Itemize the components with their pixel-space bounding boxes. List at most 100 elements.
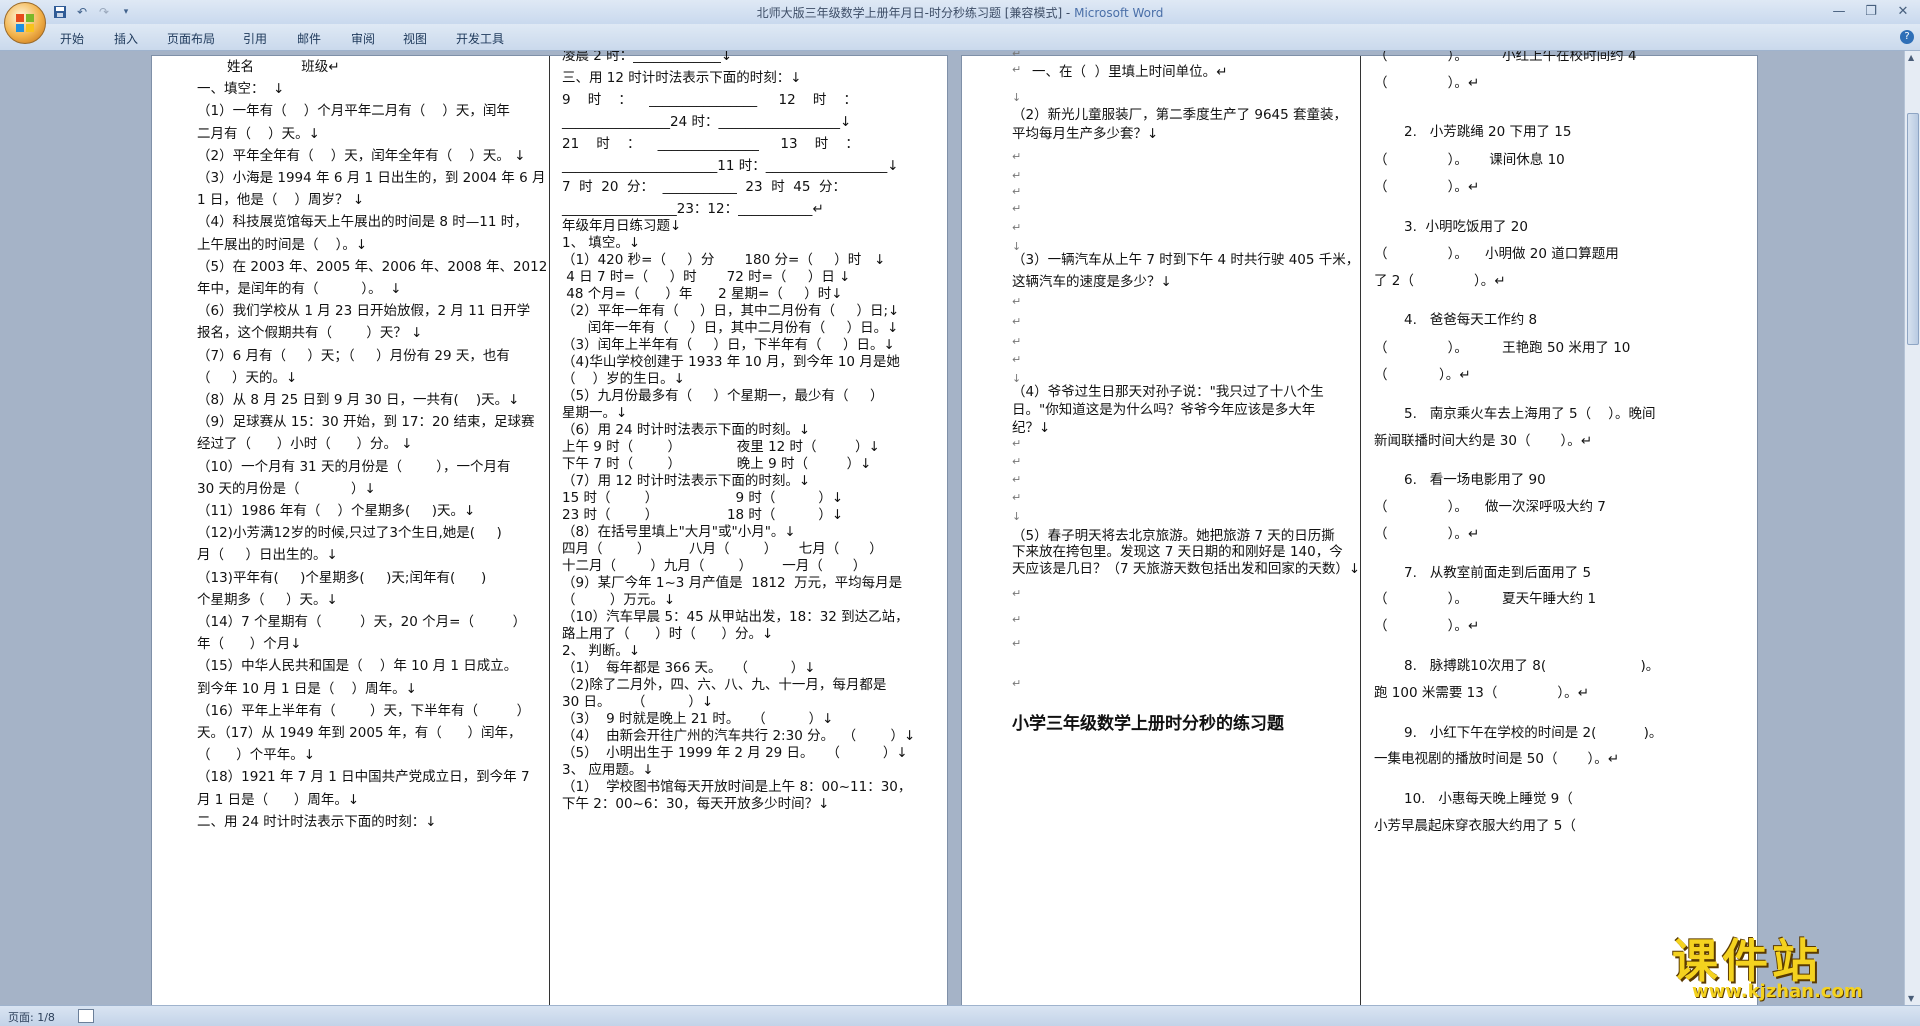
- doc-line: （ ）。 做一次深呼吸大约 7: [1374, 499, 1606, 515]
- doc-line: （9）某厂今年 1~3 月产值是 1812 万元，平均每月是: [562, 575, 903, 591]
- doc-line: 9. 小红下午在学校的时间是 2( )。: [1404, 725, 1663, 741]
- doc-line: （6）我们学校从 1 月 23 日开始放假，2 月 11 日开学: [197, 303, 531, 319]
- doc-line: ________________24 时：__________________↓: [562, 114, 852, 130]
- doc-line: 21 时 ： _______________ 13 时 ：: [562, 136, 859, 152]
- doc-line: （1）一年有（ ）个月平年二月有（ ）天，闰年: [197, 103, 510, 119]
- doc-line: ↵: [1012, 335, 1022, 348]
- status-bar: 页面: 1/8: [0, 1005, 1920, 1026]
- page1-column-left: 姓名 班级↵ 一、填空： ↓ （1）一年有（ ）个月平年二月有（ ）天，闰年 二月有（…: [197, 56, 547, 1005]
- title-bar: ↶ ↷ ▾ 北师大版三年级数学上册年月日-时分秒练习题 [兼容模式] - Mic…: [0, 0, 1920, 24]
- doc-line: （3） 9 时就是晚上 21 时。 （ ）↓: [562, 711, 834, 727]
- document-workspace: 姓名 班级↵ 一、填空： ↓ （1）一年有（ ）个月平年二月有（ ）天，闰年 二月有（…: [0, 51, 1905, 1005]
- doc-line: ↵: [1012, 51, 1022, 60]
- doc-line: （4）爷爷过生日那天对孙子说："我只过了十八个生: [1012, 384, 1324, 400]
- column-divider: [549, 56, 550, 1005]
- doc-line: 48 个月=（ ）年 2 星期=（ ）时↓: [562, 286, 843, 302]
- doc-line: （7）6 月有（ ）天；（ ）月份有 29 天，也有: [197, 348, 510, 364]
- doc-line: ↵: [1012, 63, 1022, 76]
- tab-view[interactable]: 视图: [403, 30, 427, 47]
- doc-line: （2)除了二月外，四、六、八、九、十一月，每月都是: [562, 677, 887, 693]
- scroll-thumb[interactable]: [1907, 113, 1919, 345]
- document-title: 北师大版三年级数学上册年月日-时分秒练习题 [兼容模式] -: [756, 6, 1071, 20]
- tab-review[interactable]: 审阅: [351, 30, 375, 47]
- column-divider: [1360, 56, 1361, 1005]
- help-icon[interactable]: ?: [1900, 30, 1914, 44]
- doc-line: 30 天的月份是（ ）↓: [197, 481, 376, 497]
- app-name: Microsoft Word: [1074, 6, 1164, 20]
- doc-line: 经过了（ ）小时（ ）分。 ↓: [197, 436, 413, 452]
- doc-line: 10. 小惠每天晚上睡觉 9（: [1404, 791, 1573, 807]
- page2-column-right: （ ）。 小红上午在校时间约 4 （ ）。↵ 2. 小芳跳绳 20 下用了 15 （ …: [1374, 51, 1744, 1005]
- doc-line: （10）一个月有 31 天的月份是（ ），一个月有: [197, 459, 511, 475]
- doc-line: （2）平年一年有（ ）日，其中二月份有（ ）日;↓: [562, 303, 900, 319]
- tab-home[interactable]: 开始: [60, 30, 84, 47]
- page1-column-right: 凌晨 2 时：_____________↓ 三、用 12 时计时法表示下面的时刻：…: [562, 51, 937, 1005]
- tab-references[interactable]: 引用: [243, 30, 267, 47]
- doc-line: 4. 爸爸每天工作约 8: [1404, 312, 1538, 328]
- office-button[interactable]: [4, 2, 46, 44]
- doc-line: （2）新光儿童服装厂，第二季度生产了 9645 套童装，: [1012, 107, 1348, 123]
- tab-insert[interactable]: 插入: [114, 30, 138, 47]
- vertical-scrollbar[interactable]: ▲ ▼: [1904, 51, 1920, 1005]
- scroll-up-icon[interactable]: ▲: [1908, 53, 1914, 62]
- doc-line: 年（ ）个月↓: [197, 636, 302, 652]
- doc-line: ↵: [1012, 455, 1022, 468]
- doc-line: 个星期多（ ）天。↓: [197, 592, 338, 608]
- doc-line: （6）用 24 时计时法表示下面的时刻。↓: [562, 422, 811, 438]
- doc-line: （8）从 8 月 25 日到 9 月 30 日，一共有( )天。↓: [197, 392, 520, 408]
- doc-line: （ ）个平年。↓: [197, 747, 316, 763]
- doc-line: 了 2（ ）。↵: [1374, 273, 1506, 289]
- doc-line: 三、用 12 时计时法表示下面的时刻：↓: [562, 70, 802, 86]
- doc-line: 这辆汽车的速度是多少？↓: [1012, 274, 1172, 290]
- doc-line: ↵: [1012, 473, 1022, 486]
- doc-line: （ ）。 课间休息 10: [1374, 152, 1565, 168]
- doc-line: _______________________11 时：____________…: [562, 158, 899, 174]
- doc-line: 下午 7 时（ ） 晚上 9 时（ ）↓: [562, 456, 872, 472]
- doc-line: 2、 判断。↓: [562, 643, 641, 659]
- doc-line: ↵: [1012, 169, 1022, 182]
- doc-line: 小芳早晨起床穿衣服大约用了 5（: [1374, 818, 1576, 834]
- close-icon[interactable]: ✕: [1892, 2, 1914, 20]
- doc-line: 7. 从教室前面走到后面用了 5: [1404, 565, 1592, 581]
- restore-icon[interactable]: ❐: [1860, 2, 1882, 20]
- window-controls: — ❐ ✕: [1828, 2, 1914, 20]
- doc-line: 姓名 班级↵: [227, 59, 340, 75]
- ribbon-tab-bar: 开始 插入 页面布局 引用 邮件 审阅 视图 开发工具: [0, 24, 1920, 51]
- doc-line: 新闻联播时间大约是 30（ ）。↵: [1374, 433, 1593, 449]
- doc-line: （ ）岁的生日。↓: [562, 371, 685, 387]
- doc-line: 8. 脉搏跳10次用了 8( )。: [1404, 658, 1660, 674]
- doc-line: （18）1921 年 7 月 1 日中国共产党成立日，到今年 7: [197, 769, 530, 785]
- doc-line: 1 日，他是（ ）周岁？ ↓: [197, 192, 365, 208]
- tab-page-layout[interactable]: 页面布局: [167, 30, 215, 47]
- doc-line: 年级年月日练习题↓: [562, 218, 682, 234]
- doc-line: 3. 小明吃饭用了 20: [1404, 219, 1528, 235]
- doc-line: _________________23：12：___________↵: [562, 201, 824, 217]
- doc-line: ↵: [1012, 353, 1022, 366]
- doc-line: 十二月（ ）九月（ ） 一月（ ）: [562, 558, 867, 574]
- doc-line: 二月有（ ）天。↓: [197, 126, 320, 142]
- doc-line: 5. 南京乘火车去上海用了 5（ ）。晚间: [1404, 406, 1656, 422]
- layout-icon[interactable]: [78, 1009, 94, 1023]
- doc-line: 15 时（ ） 9 时（ ）↓: [562, 490, 844, 506]
- page-count[interactable]: 页面: 1/8: [8, 1009, 55, 1025]
- doc-line: ↵: [1012, 587, 1022, 600]
- doc-line: 一、填空： ↓: [197, 81, 285, 97]
- doc-line: 报名，这个假期共有（ ）天？ ↓: [197, 325, 423, 341]
- doc-line: 一、在（ ）里填上时间单位。↵: [1032, 64, 1228, 80]
- doc-line: （ ）。↵: [1374, 618, 1480, 634]
- doc-line: ↵: [1012, 637, 1022, 650]
- doc-line: 星期一。↓: [562, 405, 628, 421]
- tab-developer[interactable]: 开发工具: [456, 30, 504, 47]
- doc-line: 30 日。 （ ）↓: [562, 694, 714, 710]
- tab-mailings[interactable]: 邮件: [297, 30, 321, 47]
- doc-line: （ ）。 王艳跑 50 米用了 10: [1374, 340, 1631, 356]
- window-title: 北师大版三年级数学上册年月日-时分秒练习题 [兼容模式] - Microsoft…: [0, 4, 1920, 21]
- doc-line: （9）足球赛从 15：30 开始，到 17：20 结束，足球赛: [197, 414, 535, 430]
- watermark-logo: 课件站 www.kjzhan.com: [1670, 925, 1910, 1005]
- doc-line: ↵: [1012, 185, 1022, 198]
- doc-line: ↵: [1012, 295, 1022, 308]
- minimize-icon[interactable]: —: [1828, 2, 1850, 20]
- doc-line: 一集电视剧的播放时间是 50（ ）。↵: [1374, 751, 1620, 767]
- doc-line: （5）春子明天将去北京旅游。她把旅游 7 天的日历撕: [1012, 528, 1335, 544]
- doc-line: （8）在括号里填上"大月"或"小月"。↓: [562, 524, 796, 540]
